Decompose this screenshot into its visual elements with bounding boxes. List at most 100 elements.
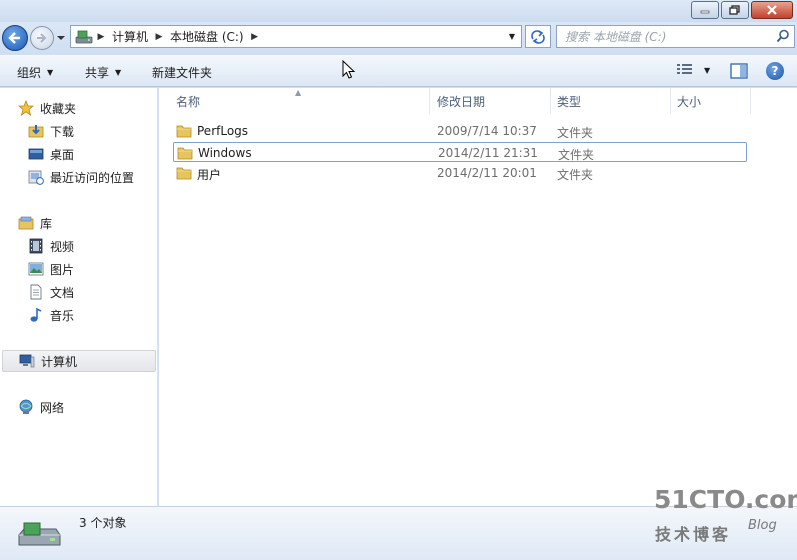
minimize-icon xyxy=(700,10,710,14)
share-menu[interactable]: 共享 ▼ xyxy=(85,64,121,81)
command-bar: 组织 ▼ 共享 ▼ 新建文件夹 ▼ ? xyxy=(0,55,797,87)
mouse-cursor-icon xyxy=(342,60,356,79)
file-name: PerfLogs xyxy=(197,124,249,138)
details-view-icon xyxy=(677,64,692,74)
library-icon xyxy=(18,215,34,231)
address-field[interactable]: ▶ 计算机 ▶ 本地磁盘 (C:) ▶ ▼ xyxy=(70,25,522,48)
nav-libraries[interactable]: 库 xyxy=(18,213,52,233)
nav-item-label: 下载 xyxy=(50,124,75,139)
column-header-label: 类型 xyxy=(557,94,582,109)
document-icon xyxy=(28,284,44,300)
organize-label: 组织 xyxy=(17,66,42,80)
file-list: ▲ 名称 修改日期 类型 大小 PerfLogs 2009/7/14 10:37… xyxy=(159,88,797,506)
nav-libraries-label: 库 xyxy=(40,216,53,231)
nav-item-pictures[interactable]: 图片 xyxy=(28,259,74,279)
nav-network[interactable]: 网络 xyxy=(18,397,64,417)
watermark-tagline: 技术博客 xyxy=(655,525,732,544)
recent-pages-dropdown[interactable] xyxy=(56,34,66,42)
music-icon xyxy=(28,307,44,323)
nav-item-label: 音乐 xyxy=(50,308,75,323)
organize-menu[interactable]: 组织 ▼ xyxy=(17,64,53,81)
nav-network-label: 网络 xyxy=(40,400,65,415)
new-folder-button[interactable]: 新建文件夹 xyxy=(152,64,212,81)
close-button[interactable] xyxy=(751,1,793,19)
column-header-date[interactable]: 修改日期 xyxy=(430,88,551,114)
share-label: 共享 xyxy=(85,66,110,80)
breadcrumb-separator[interactable]: ▶ xyxy=(152,32,166,42)
desktop-icon xyxy=(28,146,44,162)
nav-item-label: 图片 xyxy=(50,262,75,277)
preview-pane-button[interactable] xyxy=(730,63,748,79)
watermark-site: 51CTO.com xyxy=(654,485,797,514)
file-date: 2014/2/11 20:01 xyxy=(437,166,537,180)
column-header-name[interactable]: 名称 xyxy=(159,88,430,114)
close-icon xyxy=(767,5,777,15)
download-folder-icon xyxy=(28,123,44,139)
restore-icon xyxy=(729,5,740,15)
nav-computer[interactable]: 计算机 xyxy=(2,350,156,372)
navigation-pane: 收藏夹 下载 桌面 最近访问的位置 库 视频 图片 文档 音乐 计算机 网络 xyxy=(0,88,158,506)
picture-icon xyxy=(28,261,44,277)
search-box[interactable] xyxy=(556,25,795,48)
file-type: 文件夹 xyxy=(557,126,594,140)
address-bar-row: ▶ 计算机 ▶ 本地磁盘 (C:) ▶ ▼ xyxy=(0,22,797,54)
column-header-size[interactable]: 大小 xyxy=(671,88,751,114)
caption-buttons xyxy=(689,1,793,19)
search-input[interactable] xyxy=(557,26,767,47)
change-view-button[interactable]: ▼ xyxy=(676,63,710,77)
help-icon: ? xyxy=(771,64,779,78)
nav-favorites[interactable]: 收藏夹 xyxy=(18,98,76,118)
arrow-left-icon xyxy=(8,32,20,44)
nav-item-label: 文档 xyxy=(50,285,75,300)
folder-icon xyxy=(176,167,192,180)
local-disk-icon xyxy=(18,522,61,546)
nav-item-recent[interactable]: 最近访问的位置 xyxy=(28,167,134,187)
forward-button[interactable] xyxy=(30,26,54,50)
file-row[interactable]: 用户 2014/2/11 20:01 文件夹 xyxy=(173,163,747,183)
column-header-type[interactable]: 类型 xyxy=(551,88,671,114)
nav-item-videos[interactable]: 视频 xyxy=(28,236,74,256)
title-bar xyxy=(0,0,797,22)
breadcrumb-separator[interactable]: ▶ xyxy=(248,32,262,42)
folder-icon xyxy=(176,125,192,138)
breadcrumb-local-disk[interactable]: 本地磁盘 (C:) xyxy=(166,28,248,45)
arrow-right-icon xyxy=(37,33,47,43)
refresh-button[interactable] xyxy=(525,25,551,48)
nav-item-desktop[interactable]: 桌面 xyxy=(28,144,74,164)
new-folder-label: 新建文件夹 xyxy=(152,66,213,80)
nav-item-music[interactable]: 音乐 xyxy=(28,305,74,325)
file-type: 文件夹 xyxy=(558,148,595,162)
minimize-button[interactable] xyxy=(691,1,719,19)
nav-computer-label: 计算机 xyxy=(41,354,78,369)
nav-item-label: 视频 xyxy=(50,239,75,254)
help-button[interactable]: ? xyxy=(766,62,784,80)
nav-item-downloads[interactable]: 下载 xyxy=(28,121,74,141)
watermark: 51CTO.com 技术博客 Blog xyxy=(654,485,797,555)
computer-drive-icon xyxy=(74,29,94,45)
chevron-down-icon: ▼ xyxy=(47,68,54,77)
breadcrumb-separator[interactable]: ▶ xyxy=(94,32,108,42)
network-icon xyxy=(18,399,34,415)
chevron-down-icon: ▼ xyxy=(115,68,122,77)
file-row[interactable]: PerfLogs 2009/7/14 10:37 文件夹 xyxy=(173,121,747,141)
object-count: 3 个对象 xyxy=(79,516,127,530)
computer-icon xyxy=(19,353,35,369)
star-icon xyxy=(18,100,34,116)
column-header-label: 名称 xyxy=(176,94,201,109)
file-row[interactable]: Windows 2014/2/11 21:31 文件夹 xyxy=(173,142,747,162)
refresh-icon xyxy=(531,29,545,44)
file-name: 用户 xyxy=(197,168,222,182)
file-date: 2009/7/14 10:37 xyxy=(437,124,537,138)
nav-item-label: 桌面 xyxy=(50,147,75,162)
search-icon[interactable] xyxy=(776,29,790,43)
recent-places-icon xyxy=(28,169,44,185)
column-header-label: 修改日期 xyxy=(437,94,486,109)
nav-item-documents[interactable]: 文档 xyxy=(28,282,74,302)
video-icon xyxy=(28,238,44,254)
address-dropdown[interactable]: ▼ xyxy=(505,26,519,47)
chevron-down-icon[interactable]: ▼ xyxy=(704,66,710,75)
breadcrumb-computer[interactable]: 计算机 xyxy=(108,28,152,45)
file-type: 文件夹 xyxy=(557,168,594,182)
maximize-button[interactable] xyxy=(721,1,749,19)
back-button[interactable] xyxy=(2,25,28,51)
